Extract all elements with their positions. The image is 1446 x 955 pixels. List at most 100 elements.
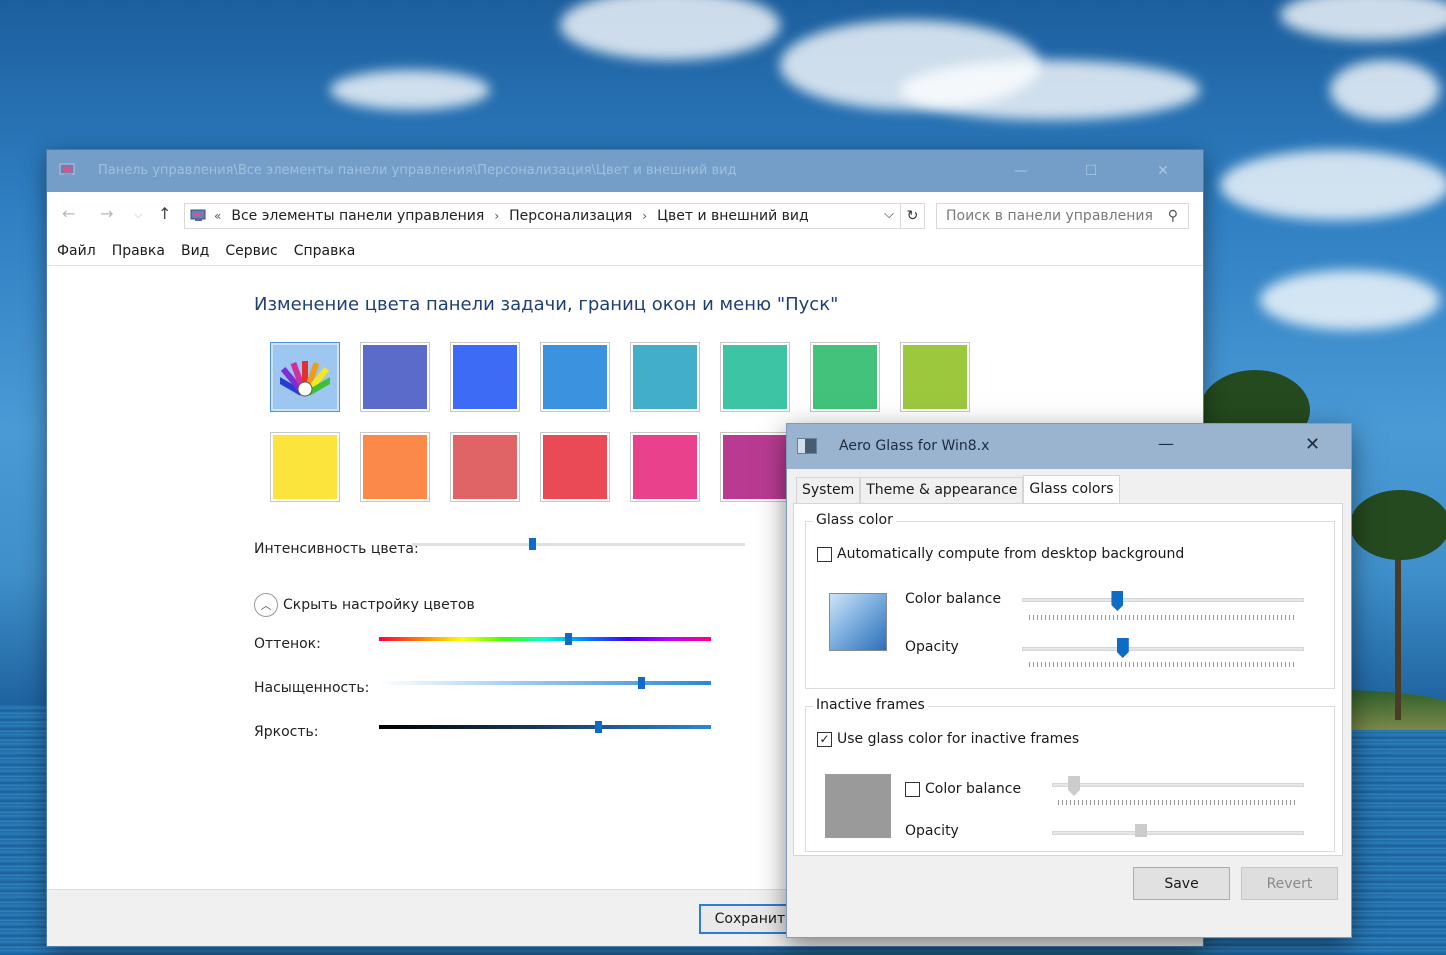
color-palette-icon (273, 345, 337, 409)
aero-glass-app-icon (797, 438, 817, 454)
address-bar[interactable]: « Все элементы панели управления › Персо… (184, 203, 925, 229)
inactive-balance-checkbox-row[interactable]: Color balance (905, 781, 1021, 797)
inactive-opacity-track (1052, 831, 1304, 835)
tab-glass-colors[interactable]: Glass colors (1023, 475, 1120, 503)
hide-color-settings-link[interactable]: Скрыть настройку цветов (283, 597, 475, 613)
color-swatch-fill (453, 345, 517, 409)
color-swatch-fill (543, 345, 607, 409)
tab-theme-appearance[interactable]: Theme & appearance (860, 477, 1024, 503)
menu-help[interactable]: Справка (294, 243, 356, 259)
brightness-label: Яркость: (254, 724, 319, 740)
collapse-chevron-icon[interactable]: ︿ (254, 593, 278, 617)
color-swatch-fill (723, 435, 787, 499)
brightness-slider-track[interactable] (379, 725, 711, 729)
aero-glass-titlebar[interactable]: Aero Glass for Win8.x — ✕ (787, 424, 1351, 469)
color-swatch[interactable] (450, 342, 520, 412)
color-swatch[interactable] (720, 432, 790, 502)
breadcrumb-overflow[interactable]: « (214, 209, 221, 223)
inactive-balance-label: Color balance (925, 781, 1022, 797)
color-swatch[interactable] (270, 432, 340, 502)
saturation-label: Насыщенность: (254, 680, 370, 696)
hue-slider-track[interactable] (379, 637, 711, 641)
maximize-button[interactable]: ☐ (1068, 150, 1114, 192)
aero-glass-window: Aero Glass for Win8.x — ✕ System Theme &… (787, 424, 1351, 937)
menu-file[interactable]: Файл (57, 243, 96, 259)
color-swatch-fill (453, 435, 517, 499)
color-swatch[interactable] (720, 342, 790, 412)
inactive-frames-group: Inactive frames ✓ Use glass color for in… (805, 697, 1335, 852)
color-swatch[interactable] (900, 342, 970, 412)
color-swatch[interactable] (540, 432, 610, 502)
color-balance-label: Color balance (905, 591, 1002, 607)
use-glass-color-label: Use glass color for inactive frames (837, 731, 1080, 747)
breadcrumb-color-appearance[interactable]: Цвет и внешний вид (657, 208, 809, 224)
tab-system[interactable]: System (796, 477, 861, 503)
glass-colors-panel: Glass color Automatically compute from d… (793, 503, 1343, 856)
color-swatch-fill (633, 435, 697, 499)
minimize-icon: — (1014, 163, 1028, 179)
color-swatch[interactable] (810, 342, 880, 412)
refresh-icon[interactable]: ↻ (900, 204, 924, 228)
address-dropdown-icon[interactable]: ⌵ (884, 207, 894, 222)
close-button[interactable]: ✕ (1140, 150, 1186, 192)
use-glass-color-checkbox-row[interactable]: ✓ Use glass color for inactive frames (817, 731, 1079, 747)
inactive-balance-track (1052, 783, 1304, 787)
color-balance-thumb[interactable] (1111, 591, 1124, 611)
minimize-button[interactable]: — (998, 150, 1044, 192)
auto-compute-checkbox[interactable] (817, 546, 832, 562)
aero-glass-title: Aero Glass for Win8.x (839, 438, 990, 454)
saturation-slider-thumb[interactable] (638, 677, 646, 689)
use-glass-color-checkbox[interactable]: ✓ (817, 731, 832, 747)
close-icon[interactable]: ✕ (1305, 434, 1320, 455)
breadcrumb-separator-icon[interactable]: › (642, 209, 647, 223)
inactive-balance-checkbox[interactable] (905, 781, 920, 797)
minimize-icon[interactable]: — (1158, 434, 1174, 453)
color-swatch-fill (543, 435, 607, 499)
color-swatch[interactable] (630, 342, 700, 412)
opacity-label: Opacity (905, 639, 959, 655)
color-swatch-fill (723, 345, 787, 409)
up-arrow-icon[interactable]: ↑ (158, 204, 171, 223)
saturation-slider-track[interactable] (379, 681, 711, 685)
color-swatch-fill (813, 345, 877, 409)
intensity-slider-thumb[interactable] (528, 538, 536, 550)
opacity-track[interactable] (1022, 647, 1304, 651)
color-balance-track[interactable] (1022, 598, 1304, 602)
menu-edit[interactable]: Правка (112, 243, 165, 259)
search-icon: ⚲ (1167, 208, 1178, 224)
forward-arrow-icon[interactable]: → (100, 204, 113, 223)
revert-button[interactable]: Revert (1241, 867, 1338, 900)
color-swatch[interactable] (630, 432, 700, 502)
intensity-slider-track[interactable] (412, 543, 745, 546)
history-chevron-icon[interactable]: ⌵ (134, 208, 142, 222)
auto-compute-checkbox-row[interactable]: Automatically compute from desktop backg… (817, 546, 1184, 562)
color-balance-ticks (1029, 615, 1297, 620)
opacity-thumb[interactable] (1116, 638, 1129, 658)
breadcrumb-all-items[interactable]: Все элементы панели управления (231, 208, 484, 224)
inactive-opacity-thumb (1135, 824, 1147, 837)
tab-strip: System Theme & appearance Glass colors (796, 475, 1120, 503)
breadcrumb-personalization[interactable]: Персонализация (509, 208, 632, 224)
hue-slider-thumb[interactable] (565, 633, 573, 645)
navigation-bar: ← → ⌵ ↑ « Все элементы панели управления… (47, 192, 1203, 236)
glass-color-group-title: Glass color (813, 512, 896, 528)
control-panel-titlebar[interactable]: Панель управления\Все элементы панели уп… (47, 150, 1203, 192)
color-swatch[interactable] (360, 342, 430, 412)
custom-color-swatch[interactable] (270, 342, 340, 412)
back-arrow-icon[interactable]: ← (62, 204, 75, 223)
search-input[interactable]: Поиск в панели управления ⚲ (936, 203, 1189, 229)
color-swatch[interactable] (540, 342, 610, 412)
folder-icon (190, 209, 208, 223)
maximize-icon: ☐ (1084, 163, 1098, 179)
brightness-slider-thumb[interactable] (595, 721, 603, 733)
save-button[interactable]: Save (1133, 867, 1230, 900)
menu-view[interactable]: Вид (181, 243, 209, 259)
glass-color-preview[interactable] (829, 593, 887, 651)
menu-tools[interactable]: Сервис (225, 243, 277, 259)
page-title: Изменение цвета панели задачи, границ ок… (254, 294, 839, 315)
inactive-opacity-label: Opacity (905, 823, 959, 839)
color-swatch[interactable] (360, 432, 430, 502)
breadcrumb-separator-icon[interactable]: › (494, 209, 499, 223)
color-swatch[interactable] (450, 432, 520, 502)
intensity-label: Интенсивность цвета: (254, 541, 419, 557)
